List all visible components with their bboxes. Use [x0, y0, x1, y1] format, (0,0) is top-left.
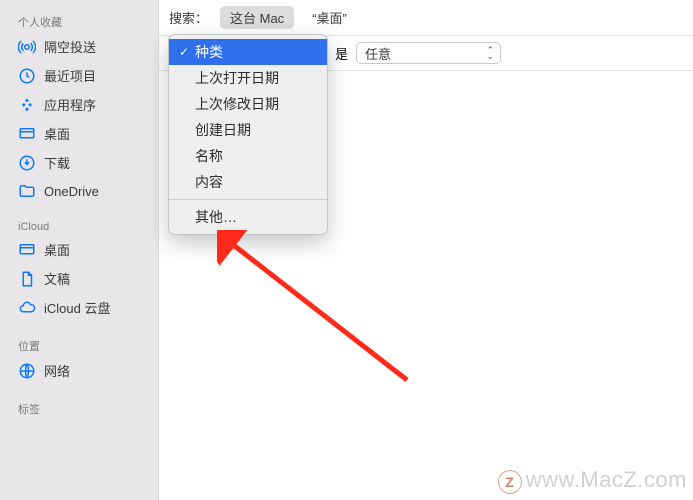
scope-desktop[interactable]: “桌面” — [302, 6, 357, 29]
criteria-relation: 是 — [335, 44, 348, 63]
popup-item-label: 内容 — [195, 172, 317, 192]
sidebar-item-onedrive[interactable]: OneDrive — [0, 177, 158, 205]
sidebar-item-label: 网络 — [44, 361, 70, 380]
chevron-updown-icon: ⌃⌄ — [486, 47, 494, 59]
cloud-icon — [18, 299, 36, 317]
section-header-favorites: 个人收藏 — [0, 8, 158, 32]
desktop-icon — [18, 125, 36, 143]
section-header-tags: 标签 — [0, 395, 158, 419]
sidebar-item-label: 隔空投送 — [44, 37, 96, 56]
airdrop-icon — [18, 38, 36, 56]
clock-icon — [18, 67, 36, 85]
sidebar-item-label: 桌面 — [44, 124, 70, 143]
section-header-icloud: iCloud — [0, 215, 158, 235]
sidebar-item-desktop[interactable]: 桌面 — [0, 119, 158, 148]
scope-this-mac[interactable]: 这台 Mac — [220, 6, 294, 29]
sidebar-item-label: 文稿 — [44, 269, 70, 288]
checkmark-icon: ✓ — [177, 45, 191, 59]
popup-item-label: 其他… — [195, 207, 317, 227]
criteria-attribute-popup: ✓ 种类 上次打开日期 上次修改日期 创建日期 名称 内容 其他… — [168, 34, 328, 235]
popup-item-created[interactable]: 创建日期 — [169, 117, 327, 143]
download-icon — [18, 154, 36, 172]
sidebar-item-icloud-drive[interactable]: iCloud 云盘 — [0, 293, 158, 322]
sidebar-item-applications[interactable]: 应用程序 — [0, 90, 158, 119]
apps-icon — [18, 96, 36, 114]
sidebar-item-label: 下载 — [44, 153, 70, 172]
popup-item-label: 上次修改日期 — [195, 94, 317, 114]
sidebar-item-network[interactable]: 网络 — [0, 356, 158, 385]
sidebar-item-icloud-desktop[interactable]: 桌面 — [0, 235, 158, 264]
desktop-icon — [18, 241, 36, 259]
sidebar-item-icloud-documents[interactable]: 文稿 — [0, 264, 158, 293]
popup-item-last-modified[interactable]: 上次修改日期 — [169, 91, 327, 117]
section-header-locations: 位置 — [0, 332, 158, 356]
sidebar-item-recents[interactable]: 最近项目 — [0, 61, 158, 90]
popup-divider — [169, 199, 327, 200]
sidebar-item-airdrop[interactable]: 隔空投送 — [0, 32, 158, 61]
criteria-value-dropdown[interactable]: 任意 ⌃⌄ — [356, 42, 501, 64]
document-icon — [18, 270, 36, 288]
sidebar-item-label: iCloud 云盘 — [44, 298, 110, 317]
popup-item-contents[interactable]: 内容 — [169, 169, 327, 195]
popup-item-label: 创建日期 — [195, 120, 317, 140]
search-label: 搜索： — [169, 8, 208, 27]
popup-item-last-opened[interactable]: 上次打开日期 — [169, 65, 327, 91]
popup-item-label: 种类 — [195, 42, 317, 62]
network-icon — [18, 362, 36, 380]
sidebar-item-downloads[interactable]: 下载 — [0, 148, 158, 177]
folder-icon — [18, 182, 36, 200]
popup-item-label: 名称 — [195, 146, 317, 166]
sidebar-item-label: OneDrive — [44, 184, 99, 199]
popup-item-kind[interactable]: ✓ 种类 — [169, 39, 327, 65]
popup-item-label: 上次打开日期 — [195, 68, 317, 88]
search-scope-row: 搜索： 这台 Mac “桌面” — [159, 0, 693, 36]
popup-item-other[interactable]: 其他… — [169, 204, 327, 230]
sidebar-item-label: 桌面 — [44, 240, 70, 259]
popup-item-name[interactable]: 名称 — [169, 143, 327, 169]
criteria-value: 任意 — [365, 44, 391, 63]
sidebar: 个人收藏 隔空投送 最近项目 应用程序 桌面 下载 OneDrive iClou… — [0, 0, 158, 500]
sidebar-item-label: 最近项目 — [44, 66, 96, 85]
sidebar-item-label: 应用程序 — [44, 95, 96, 114]
